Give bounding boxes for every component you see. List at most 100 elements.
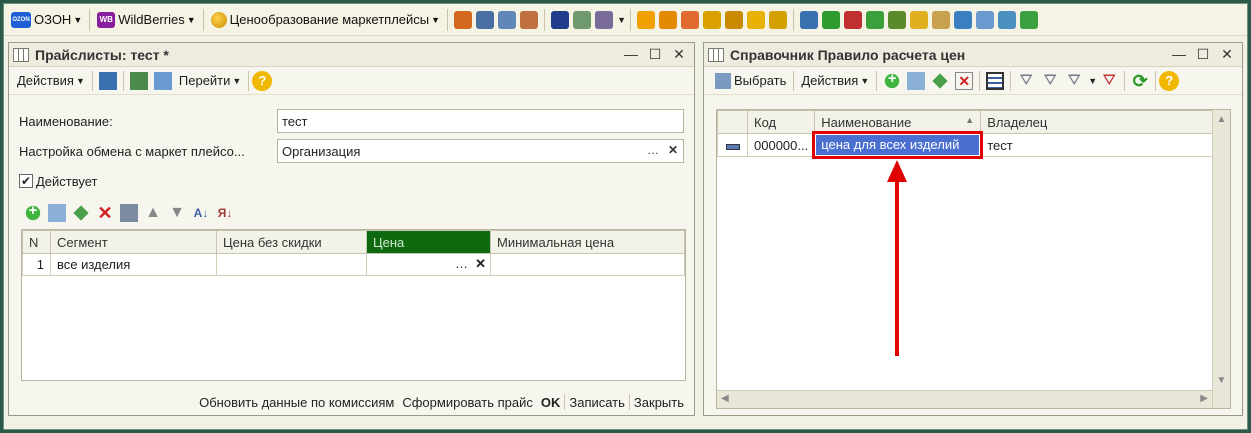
coin-stack-icon[interactable] (910, 10, 928, 29)
printer-icon[interactable] (476, 10, 495, 29)
refresh-table-icon[interactable] (129, 71, 148, 90)
actions-menu-button[interactable]: Действия ▼ (13, 73, 89, 88)
select-button[interactable]: Выбрать (708, 72, 790, 89)
maximize-icon[interactable]: ☐ (648, 46, 662, 63)
form-price-button[interactable]: Сформировать прайс (398, 395, 537, 410)
copy-icon[interactable] (907, 71, 926, 90)
doc-list-icon[interactable] (976, 10, 994, 29)
move-up-icon[interactable]: ▲ (144, 204, 162, 222)
vertical-scrollbar[interactable]: ▲ ▼ (1212, 110, 1230, 408)
cell-min-price[interactable] (490, 253, 685, 276)
exchange-field[interactable]: Организация … ✕ (277, 139, 684, 163)
col-name-header[interactable]: Наименование ▲ (814, 110, 982, 134)
maximize-icon[interactable]: ☐ (1196, 46, 1210, 63)
cell-code[interactable]: 000000... (746, 133, 816, 157)
table-row[interactable]: 000000... цена для всех изделий тест (717, 131, 1214, 159)
goto-menu-button[interactable]: Перейти ▼ (175, 73, 245, 88)
edit-icon[interactable] (932, 72, 948, 89)
cell-price[interactable]: … ✕ (366, 253, 491, 276)
doc-add-icon[interactable] (153, 71, 172, 90)
active-checkbox[interactable]: ✔ (19, 174, 33, 188)
pricing-menu-button[interactable]: Ценообразование маркетплейсы ▼ (208, 8, 443, 32)
actions-menu-button[interactable]: Действия ▼ (797, 73, 873, 88)
table-row[interactable]: 1 все изделия … ✕ (22, 253, 685, 276)
add-row-icon[interactable] (24, 202, 42, 222)
cell-name[interactable]: цена для всех изделий (812, 131, 984, 159)
close-icon[interactable]: ✕ (672, 46, 686, 63)
sort-asc-icon[interactable]: A↓ (192, 204, 210, 222)
users-icon[interactable] (551, 10, 570, 29)
delete-icon[interactable]: ✕ (955, 71, 974, 90)
calculator-icon[interactable] (573, 10, 592, 29)
help-icon[interactable]: ? (252, 70, 273, 91)
clear-icon[interactable]: ✕ (475, 256, 486, 272)
sort-desc-icon[interactable]: Я↓ (216, 204, 234, 222)
col-price-header[interactable]: Цена (366, 230, 491, 254)
filter-icon[interactable]: ⛛ (1017, 72, 1035, 90)
cell-n[interactable]: 1 (22, 253, 51, 276)
add-green-icon[interactable] (1020, 10, 1038, 29)
refresh-icon[interactable]: ⟳ (1131, 72, 1149, 90)
select-label: Выбрать (734, 73, 787, 88)
help-icon[interactable]: ? (1159, 70, 1180, 91)
close-button[interactable]: Закрыть (630, 395, 688, 410)
minimize-icon[interactable]: — (1172, 46, 1186, 63)
cell-price-no-discount[interactable] (216, 253, 367, 276)
wildberries-menu-button[interactable]: WB WildBerries ▼ (94, 8, 198, 32)
add-icon[interactable] (883, 70, 902, 90)
ozon-menu-button[interactable]: OZON ОЗОН ▼ (8, 8, 85, 32)
save-button[interactable]: Записать (565, 395, 629, 410)
select-ellipsis-button[interactable]: … (643, 141, 663, 161)
cell-owner[interactable]: тест (980, 133, 1214, 157)
doc-red-icon[interactable] (844, 10, 862, 29)
close-icon[interactable]: ✕ (1220, 46, 1234, 63)
money-heart-icon[interactable] (681, 10, 699, 29)
select-ellipsis-button[interactable]: … (455, 256, 468, 271)
money-group-icon[interactable] (703, 10, 721, 29)
money-building-icon[interactable] (725, 10, 743, 29)
printer-list-icon[interactable] (498, 10, 517, 29)
post-icon[interactable] (98, 71, 117, 90)
horizontal-scrollbar[interactable]: ◀ ▶ (717, 390, 1212, 408)
books-icon[interactable] (454, 10, 473, 29)
doc-check-icon[interactable] (932, 10, 950, 29)
list-view-icon[interactable] (986, 71, 1005, 90)
clear-icon[interactable]: ✕ (663, 141, 683, 161)
col-n-header[interactable]: N (22, 230, 51, 254)
doc-transfer-icon[interactable] (800, 10, 818, 29)
scroll-left-icon[interactable]: ◀ (721, 393, 729, 404)
money-user-icon[interactable] (659, 10, 677, 29)
doc-refresh-icon[interactable] (998, 10, 1016, 29)
filter-history-icon[interactable]: ⛛ (1065, 72, 1083, 90)
copy-row-icon[interactable] (48, 204, 66, 222)
printer-doc-icon[interactable] (520, 10, 539, 29)
delete-icon[interactable]: ✕ (96, 204, 114, 222)
col-segment-header[interactable]: Сегмент (50, 230, 217, 254)
clear-filter-icon[interactable]: ⛛ (1100, 72, 1118, 90)
scroll-down-icon[interactable]: ▼ (1213, 375, 1230, 386)
chart-pen-icon[interactable] (595, 10, 614, 29)
edit-icon[interactable] (73, 205, 89, 221)
name-field[interactable]: тест (277, 109, 684, 133)
col-code-header[interactable]: Код (746, 110, 816, 134)
money-hand-icon[interactable] (747, 10, 765, 29)
money-users-icon[interactable] (637, 10, 655, 29)
minimize-icon[interactable]: — (624, 46, 638, 63)
update-commissions-button[interactable]: Обновить данные по комиссиям (195, 395, 398, 410)
arrows-green-icon[interactable] (866, 10, 884, 29)
doc-arrows-icon[interactable] (954, 10, 972, 29)
col-min-price-header[interactable]: Минимальная цена (490, 230, 685, 254)
money-coins-icon[interactable] (769, 10, 787, 29)
scroll-right-icon[interactable]: ▶ (1200, 393, 1208, 404)
move-down-icon[interactable]: ▼ (168, 204, 186, 222)
arrows-swap-icon[interactable] (888, 10, 906, 29)
filter-value-icon[interactable]: ⛛ (1041, 72, 1059, 90)
scroll-up-icon[interactable]: ▲ (1213, 110, 1230, 125)
cell-segment[interactable]: все изделия (50, 253, 217, 276)
arrows-red-green-icon[interactable] (822, 10, 840, 29)
selected-name-cell[interactable]: цена для всех изделий (812, 131, 984, 159)
ok-button[interactable]: OK (537, 395, 565, 410)
col-price-no-discount-header[interactable]: Цена без скидки (216, 230, 367, 254)
save-ok-icon[interactable] (120, 204, 138, 222)
col-owner-header[interactable]: Владелец (980, 110, 1214, 134)
